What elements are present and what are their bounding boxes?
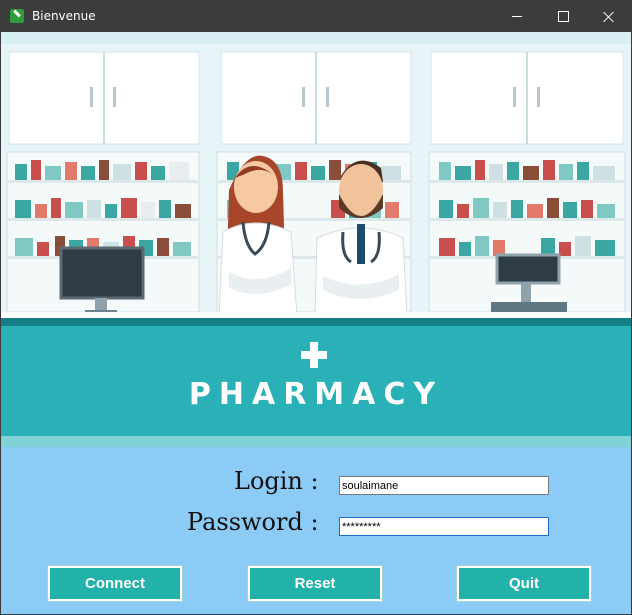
login-input[interactable] [339,476,549,495]
login-window: Bienvenue PHARMACY Login: soulaimane Pa… [0,0,632,615]
connect-button[interactable]: Connect [47,565,183,602]
login-form: Login : Password : Connect Reset Quit [1,447,631,614]
title-bar[interactable]: Bienvenue [1,1,631,32]
quit-button[interactable]: Quit [456,565,592,602]
maximize-button[interactable] [540,1,586,32]
app-icon [10,9,24,23]
window-title: Bienvenue [32,9,96,23]
minimize-button[interactable] [494,1,540,32]
close-button[interactable] [586,1,631,32]
login-label: Login : [234,467,319,495]
password-label: Password : [187,508,319,536]
reset-button[interactable]: Reset [247,565,383,602]
close-icon [603,11,615,23]
minimize-icon [512,16,522,17]
pharmacy-banner: PHARMACY [1,32,631,447]
pharmacy-title: PHARMACY [188,377,444,412]
maximize-icon [557,11,569,22]
password-input[interactable] [339,517,549,536]
